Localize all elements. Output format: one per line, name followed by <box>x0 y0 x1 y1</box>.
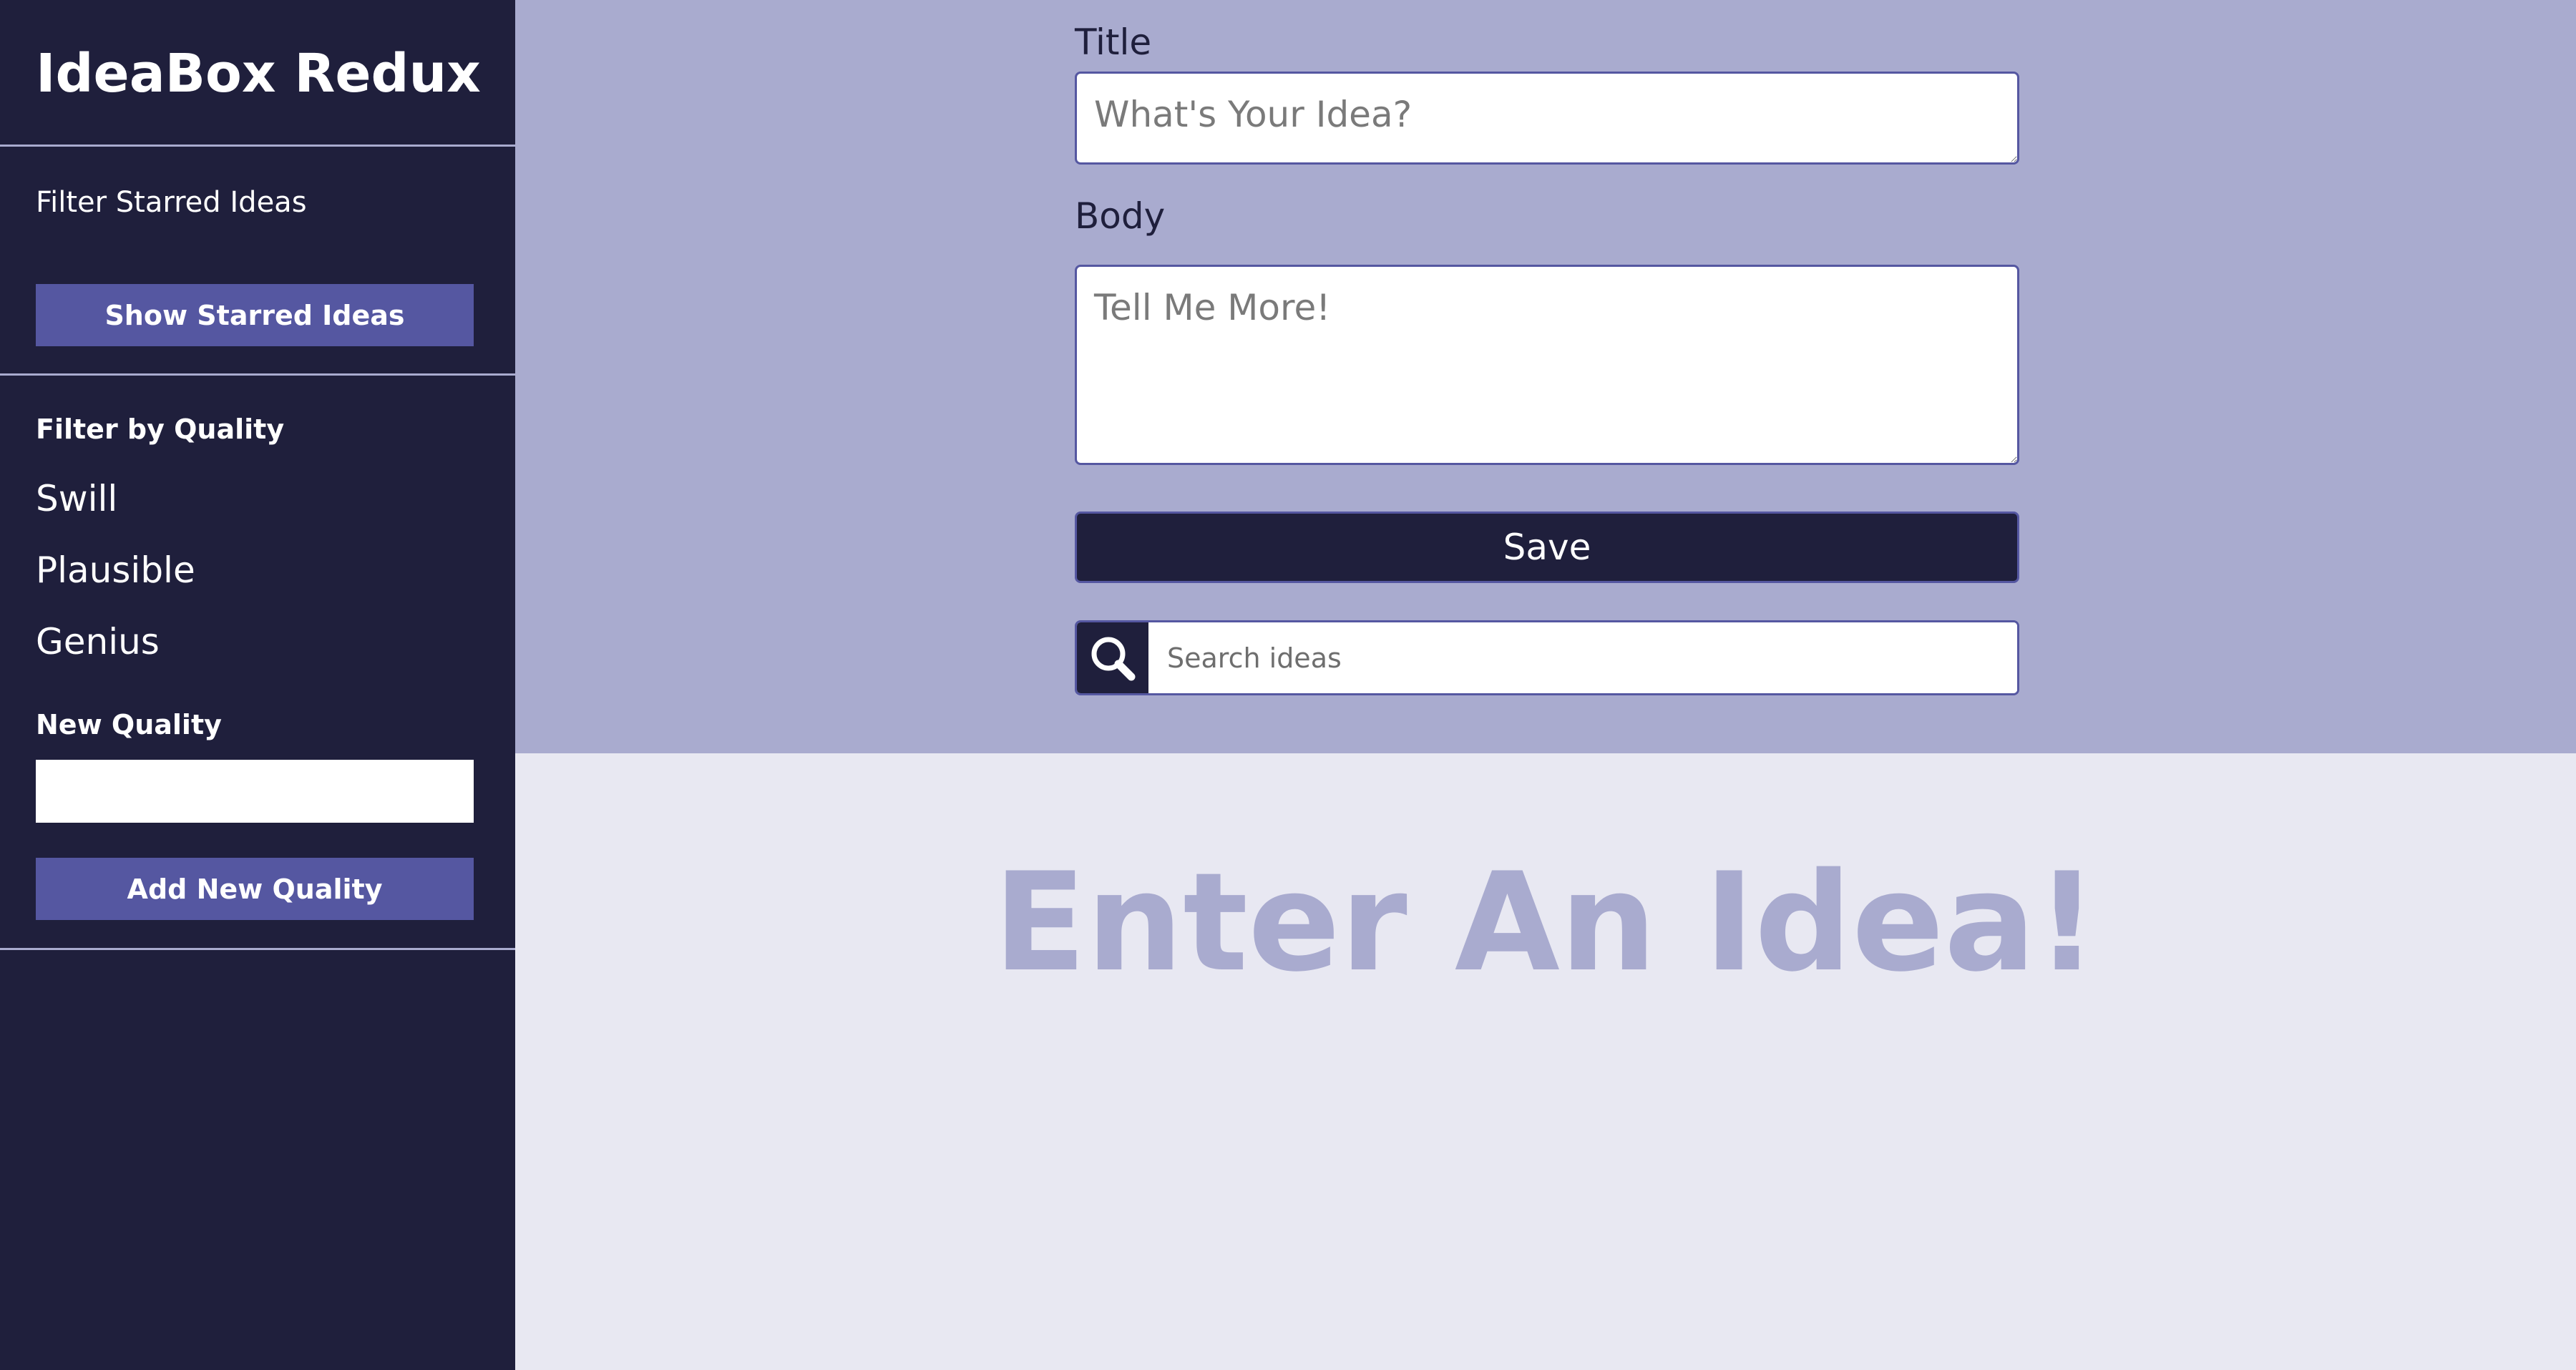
idea-form-panel: Title Body Save <box>515 0 2576 753</box>
sidebar: IdeaBox Redux Filter Starred Ideas Show … <box>0 0 515 1370</box>
sidebar-divider-top <box>0 145 515 147</box>
filter-quality-heading: Filter by Quality <box>36 414 285 445</box>
magnifier-glyph <box>1091 637 1136 680</box>
sidebar-divider-middle <box>0 373 515 376</box>
new-quality-input[interactable] <box>36 760 474 823</box>
save-button[interactable]: Save <box>1075 512 2019 583</box>
add-quality-button[interactable]: Add New Quality <box>36 858 474 920</box>
quality-filter-genius[interactable]: Genius <box>36 617 160 667</box>
quality-filter-plausible[interactable]: Plausible <box>36 545 195 595</box>
title-input[interactable] <box>1075 72 2019 165</box>
search-bar <box>1075 620 2019 695</box>
sidebar-divider-bottom <box>0 948 515 950</box>
new-quality-heading: New Quality <box>36 709 222 740</box>
empty-ideas-message: Enter An Idea! <box>993 843 2098 1002</box>
body-label: Body <box>1075 195 1166 237</box>
show-starred-button[interactable]: Show Starred Ideas <box>36 284 474 346</box>
app-root: IdeaBox Redux Filter Starred Ideas Show … <box>0 0 2576 1370</box>
body-input[interactable] <box>1075 265 2019 465</box>
search-icon[interactable] <box>1077 622 1148 693</box>
title-label: Title <box>1075 21 1152 63</box>
search-input[interactable] <box>1148 622 2017 693</box>
app-title: IdeaBox Redux <box>36 43 481 104</box>
filter-starred-label: Filter Starred Ideas <box>36 186 307 219</box>
quality-filter-swill[interactable]: Swill <box>36 474 117 524</box>
